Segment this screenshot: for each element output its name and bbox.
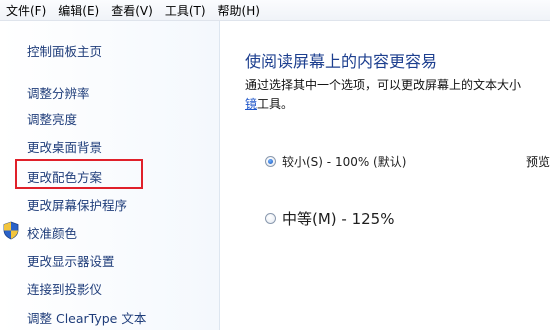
- sidebar-item-adjust-resolution[interactable]: 调整分辨率: [27, 83, 90, 102]
- sidebar-item-control-panel-home[interactable]: 控制面板主页: [27, 41, 102, 60]
- sidebar-item-calibrate-color[interactable]: 校准颜色: [27, 223, 77, 242]
- page-description: 通过选择其中一个选项，可以更改屏幕上的文本大小 镜工具。: [245, 76, 550, 114]
- sidebar-item-change-display-settings[interactable]: 更改显示器设置: [27, 251, 115, 270]
- option-smaller-label: 较小(S) - 100% (默认): [282, 155, 407, 169]
- radio-smaller[interactable]: [265, 156, 276, 167]
- option-medium[interactable]: 中等(M) - 125%: [265, 208, 394, 229]
- sidebar-item-adjust-cleartype[interactable]: 调整 ClearType 文本: [27, 308, 146, 327]
- menu-tools[interactable]: 工具(T): [159, 2, 212, 19]
- description-tail: 工具。: [257, 97, 294, 111]
- menu-edit[interactable]: 编辑(E): [52, 2, 105, 19]
- highlight-box: [15, 159, 143, 189]
- menu-bar: 文件(F) 编辑(E) 查看(V) 工具(T) 帮助(H): [0, 0, 550, 21]
- main-content: 使阅读屏幕上的内容更容易 通过选择其中一个选项，可以更改屏幕上的文本大小 镜工具…: [220, 21, 550, 330]
- sidebar: 控制面板主页 调整分辨率 调整亮度 更改桌面背景 更改配色方案 更改屏幕保护程序…: [0, 21, 220, 330]
- sidebar-item-connect-projector[interactable]: 连接到投影仪: [27, 279, 102, 298]
- shield-icon: [3, 221, 19, 240]
- description-text: 通过选择其中一个选项，可以更改屏幕上的文本大小: [245, 78, 522, 92]
- page-title: 使阅读屏幕上的内容更容易: [245, 52, 438, 71]
- menu-file[interactable]: 文件(F): [0, 2, 52, 19]
- sidebar-item-change-desktop-background[interactable]: 更改桌面背景: [27, 137, 102, 156]
- radio-medium[interactable]: [265, 213, 276, 224]
- option-medium-label: 中等(M) - 125%: [282, 210, 395, 228]
- option-smaller[interactable]: 较小(S) - 100% (默认): [265, 153, 406, 170]
- magnifier-link[interactable]: 镜: [245, 97, 257, 111]
- menu-view[interactable]: 查看(V): [105, 2, 159, 19]
- menu-help[interactable]: 帮助(H): [212, 2, 266, 19]
- preview-label: 预览: [526, 155, 550, 169]
- sidebar-item-adjust-brightness[interactable]: 调整亮度: [27, 109, 77, 128]
- sidebar-item-change-screen-saver[interactable]: 更改屏幕保护程序: [27, 195, 127, 214]
